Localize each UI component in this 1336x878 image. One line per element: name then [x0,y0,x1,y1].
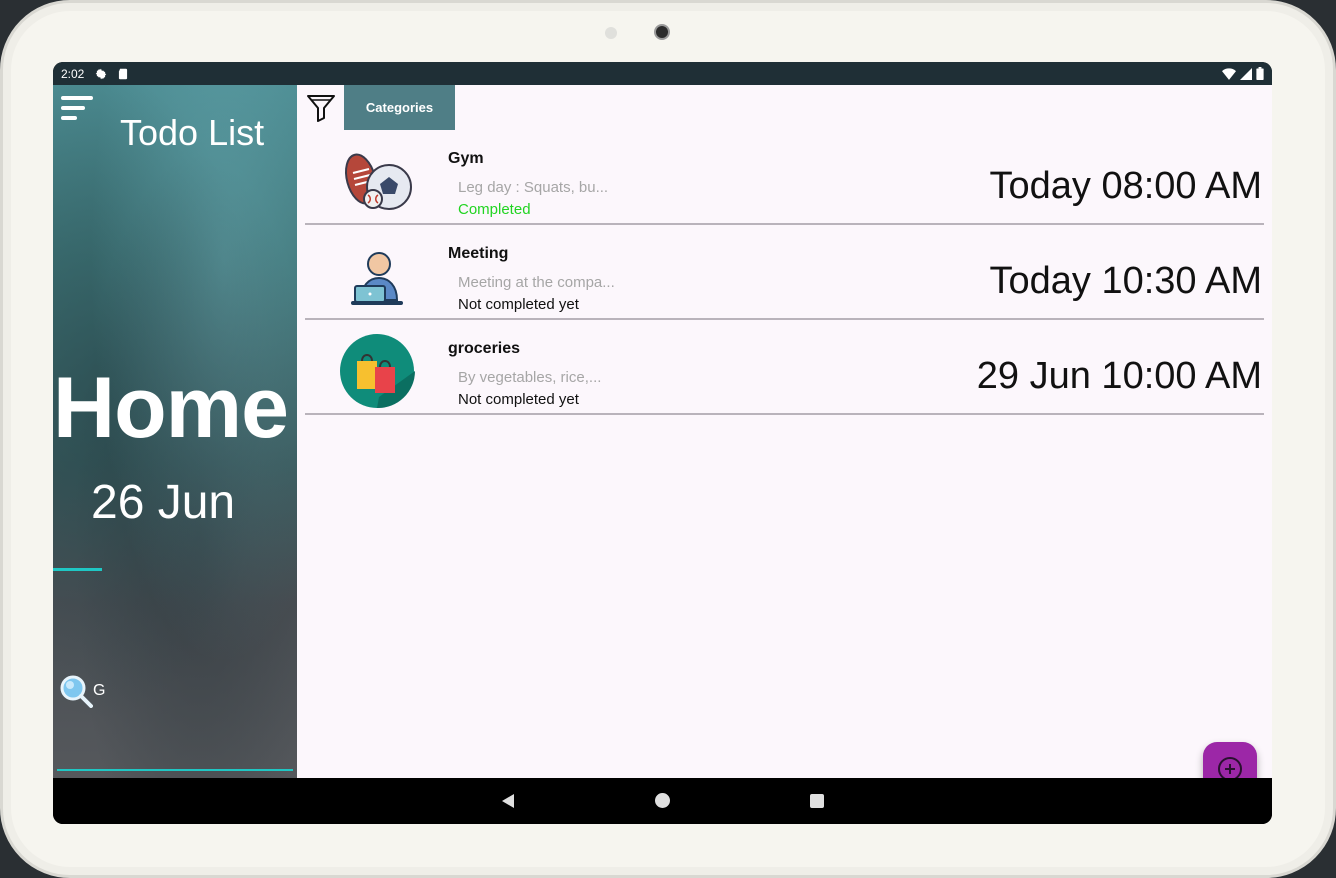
sd-card-icon [119,68,128,79]
wifi-icon [1222,67,1236,80]
task-description: By vegetables, rice,... [458,369,602,386]
task-row[interactable]: Gym Leg day : Squats, bu... Completed To… [305,130,1264,225]
app-title: Todo List [120,112,265,153]
device-screen: 2:02 Todo List Home 26 Jun G Categories … [53,62,1272,824]
light-sensor [605,27,617,39]
task-description: Meeting at the compa... [458,274,615,291]
status-bar: 2:02 [53,62,1272,85]
sidebar: Todo List Home 26 Jun [53,85,297,778]
filter-icon[interactable] [306,93,336,123]
gear-icon [96,68,107,79]
task-description: Leg day : Squats, bu... [458,179,609,196]
back-icon[interactable] [500,793,516,809]
task-title: groceries [448,340,521,357]
battery-icon [1256,67,1264,80]
task-title: Gym [448,150,484,167]
signal-icon [1240,67,1252,80]
tablet-frame: 2:02 Todo List Home 26 Jun G Categories … [0,0,1336,878]
task-row[interactable]: Meeting Meeting at the compa... Not comp… [305,225,1264,320]
task-time: Today 08:00 AM [989,165,1262,207]
front-camera [654,24,670,40]
categories-button[interactable]: Categories [344,85,455,130]
shopping-bags-icon [340,334,415,409]
task-status: Not completed yet [458,296,579,313]
task-status: Completed [458,201,531,218]
search-icon[interactable] [59,674,93,708]
search-underline [57,769,293,771]
navigation-bar [53,778,1272,824]
person-laptop-icon [351,252,403,305]
task-row[interactable]: groceries By vegetables, rice,... Not co… [305,320,1264,415]
section-title: Home [53,360,289,456]
sports-balls-icon [345,153,412,210]
task-list-panel: Categories Gym Leg day : Squats, bu... C… [297,85,1272,796]
accent-divider [53,568,102,571]
current-date: 26 Jun [91,476,236,529]
search-input[interactable] [93,680,283,702]
task-status: Not completed yet [458,391,579,408]
task-time: Today 10:30 AM [989,260,1262,302]
task-time: 29 Jun 10:00 AM [976,355,1262,397]
home-icon[interactable] [655,793,670,808]
menu-icon[interactable] [61,96,95,122]
status-right-group [1222,67,1264,80]
task-title: Meeting [448,245,509,262]
recents-icon[interactable] [810,794,824,808]
status-time: 2:02 [61,66,85,81]
